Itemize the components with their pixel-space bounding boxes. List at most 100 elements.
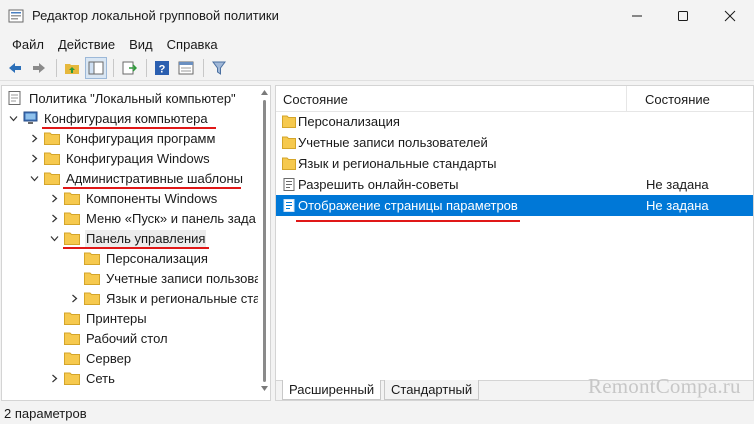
tree-label: Сервер bbox=[86, 350, 132, 366]
folder-icon bbox=[64, 352, 80, 365]
policy-setting-icon bbox=[283, 199, 295, 212]
tab-extended[interactable]: Расширенный bbox=[282, 380, 382, 400]
toolbar-separator bbox=[56, 58, 57, 77]
title-bar: Редактор локальной групповой политики bbox=[0, 0, 754, 32]
menu-view[interactable]: Вид bbox=[123, 37, 159, 52]
tree-item-start-menu[interactable]: Меню «Пуск» и панель зада bbox=[48, 208, 257, 228]
tree-label: Конфигурация программ bbox=[66, 130, 216, 146]
status-text: 2 параметров bbox=[4, 406, 87, 421]
tree-label: Учетные записи пользова bbox=[106, 270, 262, 286]
tree-item-network[interactable]: Сеть bbox=[48, 368, 116, 388]
tree-item-user-accounts[interactable]: Учетные записи пользова bbox=[84, 268, 262, 288]
minimize-button[interactable] bbox=[614, 0, 660, 32]
chevron-right-icon[interactable] bbox=[68, 292, 80, 304]
console-tree-icon bbox=[88, 61, 104, 74]
tree-label: Конфигурация Windows bbox=[66, 150, 210, 166]
close-icon bbox=[724, 10, 736, 22]
list-item-selected[interactable]: Отображение страницы параметров Не задан… bbox=[276, 195, 753, 216]
chevron-right-icon[interactable] bbox=[48, 192, 60, 204]
tab-standard[interactable]: Стандартный bbox=[384, 380, 480, 400]
list-item-state: Не задана bbox=[646, 198, 709, 213]
minimize-icon bbox=[632, 15, 642, 17]
menu-file[interactable]: Файл bbox=[6, 37, 50, 52]
folder-icon bbox=[282, 115, 296, 128]
tree-item-programs-config[interactable]: Конфигурация программ bbox=[28, 128, 216, 148]
tree-label: Политика "Локальный компьютер" bbox=[29, 90, 236, 106]
forward-button[interactable] bbox=[28, 57, 50, 79]
policy-setting-icon bbox=[283, 178, 295, 191]
chevron-down-icon[interactable] bbox=[28, 172, 40, 184]
menu-action[interactable]: Действие bbox=[52, 37, 121, 52]
folder-icon bbox=[64, 212, 80, 225]
folder-icon bbox=[64, 332, 80, 345]
tree-item-admin-templates[interactable]: Административные шаблоны bbox=[28, 168, 244, 188]
policy-editor-app-icon bbox=[8, 9, 24, 23]
tree-label: Принтеры bbox=[86, 310, 147, 326]
details-pane: Состояние Состояние Персонализация Учетн… bbox=[275, 85, 754, 401]
chevron-down-icon[interactable] bbox=[48, 232, 60, 244]
tree-label: Меню «Пуск» и панель зада bbox=[86, 210, 256, 226]
chevron-right-icon[interactable] bbox=[28, 152, 40, 164]
list-item[interactable]: Учетные записи пользователей bbox=[276, 132, 753, 153]
forward-arrow-icon bbox=[33, 62, 45, 73]
list-item-state: Не задана bbox=[646, 177, 709, 192]
maximize-icon bbox=[678, 11, 688, 21]
tree-label: Рабочий стол bbox=[86, 330, 168, 346]
toolbar-separator bbox=[146, 58, 147, 77]
chevron-right-icon[interactable] bbox=[28, 132, 40, 144]
column-divider[interactable] bbox=[626, 86, 627, 112]
tree-item-desktop[interactable]: Рабочий стол bbox=[64, 328, 169, 348]
list-item[interactable]: Персонализация bbox=[276, 111, 753, 132]
list-item-label: Учетные записи пользователей bbox=[298, 135, 488, 150]
up-level-button[interactable] bbox=[61, 57, 83, 79]
tree-item-printers[interactable]: Принтеры bbox=[64, 308, 148, 328]
tree-label-selected: Панель управления bbox=[85, 229, 207, 247]
console-tree-pane: Политика "Локальный компьютер" Конфигура… bbox=[1, 85, 271, 401]
tree-item-computer-config[interactable]: Конфигурация компьютера bbox=[7, 108, 209, 128]
chevron-right-icon[interactable] bbox=[48, 372, 60, 384]
scrollbar-thumb[interactable] bbox=[263, 100, 266, 382]
column-header-name[interactable]: Состояние bbox=[283, 92, 348, 107]
tree-scrollbar[interactable] bbox=[258, 86, 270, 400]
properties-button[interactable] bbox=[175, 57, 197, 79]
folder-up-icon bbox=[65, 63, 79, 74]
menu-help[interactable]: Справка bbox=[161, 37, 224, 52]
folder-icon bbox=[84, 272, 100, 285]
list-item[interactable]: Разрешить онлайн-советы Не задана bbox=[276, 174, 753, 195]
help-icon: ? bbox=[155, 60, 169, 75]
back-arrow-icon bbox=[9, 62, 21, 73]
chevron-down-icon[interactable] bbox=[7, 112, 19, 124]
tree-item-windows-config[interactable]: Конфигурация Windows bbox=[28, 148, 211, 168]
tree-item-root[interactable]: Политика "Локальный компьютер" bbox=[7, 88, 237, 108]
folder-icon bbox=[84, 292, 100, 305]
tree-item-server[interactable]: Сервер bbox=[64, 348, 132, 368]
tree-label: Административные шаблоны bbox=[66, 170, 244, 186]
folder-icon bbox=[282, 136, 296, 149]
tree-label: Язык и региональные ста bbox=[106, 290, 261, 306]
tree-item-personalization[interactable]: Персонализация bbox=[84, 248, 209, 268]
folder-open-icon bbox=[44, 172, 60, 185]
window-title: Редактор локальной групповой политики bbox=[32, 8, 279, 23]
annotation-underline bbox=[296, 220, 520, 222]
column-header-state[interactable]: Состояние bbox=[645, 92, 710, 107]
back-button[interactable] bbox=[4, 57, 26, 79]
help-button[interactable]: ? bbox=[151, 57, 173, 79]
list-item[interactable]: Язык и региональные стандарты bbox=[276, 153, 753, 174]
tree-item-language[interactable]: Язык и региональные ста bbox=[68, 288, 261, 308]
close-button[interactable] bbox=[707, 0, 753, 32]
show-tree-button[interactable] bbox=[85, 56, 107, 79]
filter-icon bbox=[212, 61, 226, 75]
computer-icon bbox=[23, 111, 38, 124]
scroll-up-icon[interactable] bbox=[261, 90, 268, 95]
menu-bar: Файл Действие Вид Справка bbox=[0, 33, 754, 55]
export-list-button[interactable] bbox=[118, 57, 140, 79]
tree-item-windows-components[interactable]: Компоненты Windows bbox=[48, 188, 218, 208]
console-tree: Политика "Локальный компьютер" Конфигура… bbox=[2, 86, 261, 400]
chevron-right-icon[interactable] bbox=[48, 212, 60, 224]
svg-text:?: ? bbox=[159, 63, 166, 75]
filter-button[interactable] bbox=[208, 57, 230, 79]
scroll-down-icon[interactable] bbox=[261, 386, 268, 391]
maximize-button[interactable] bbox=[660, 0, 706, 32]
folder-icon bbox=[84, 252, 100, 265]
tree-item-control-panel[interactable]: Панель управления bbox=[48, 228, 207, 248]
